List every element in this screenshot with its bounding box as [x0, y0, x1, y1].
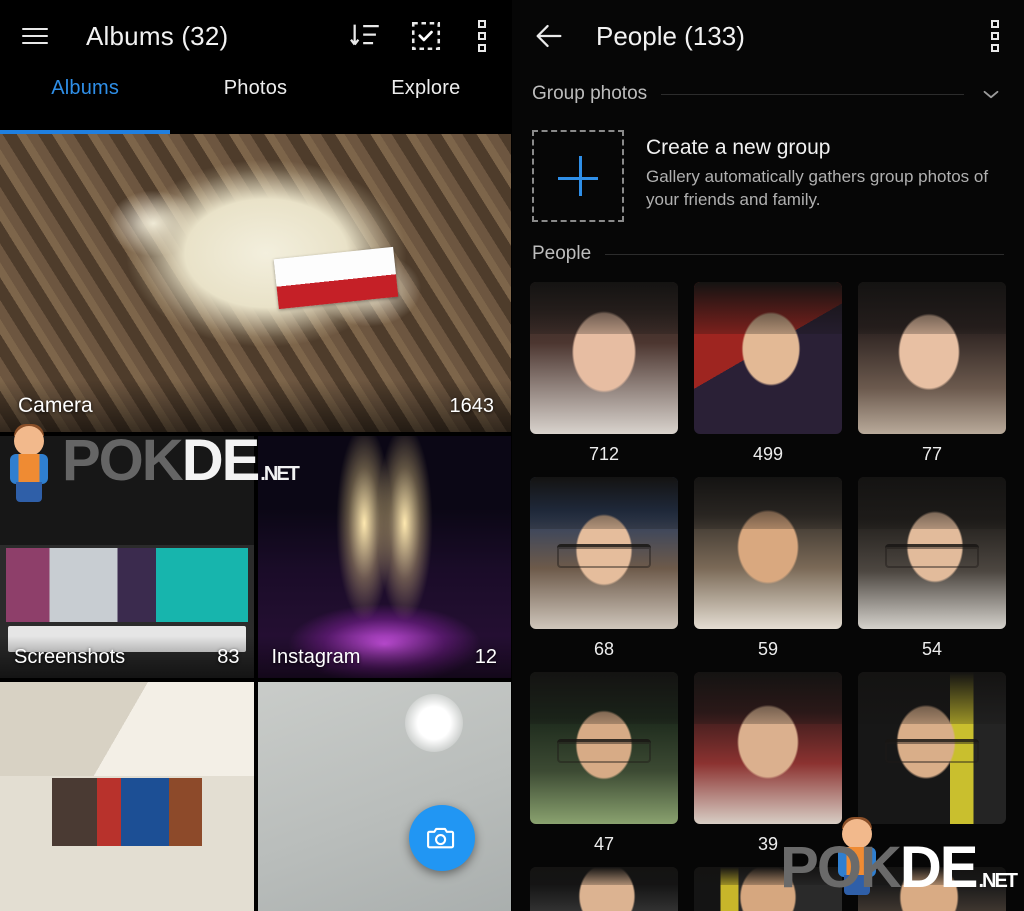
person-face-thumbnail	[530, 477, 678, 629]
people-app-bar: People (133)	[512, 0, 1024, 72]
person-face-thumbnail	[858, 282, 1006, 434]
album-thumbnail	[257, 682, 511, 911]
person-tile[interactable]: 68	[530, 477, 678, 672]
dual-pane-gallery-screenshot: Albums (32) Albums Photos Explore Camera…	[0, 0, 1024, 911]
create-group-text: Create a new group Gallery automatically…	[646, 130, 1004, 212]
hamburger-menu-icon[interactable]	[18, 19, 52, 53]
person-photo-count: 39	[757, 834, 779, 854]
person-tile[interactable]: 59	[694, 477, 842, 672]
album-tabs: Albums Photos Explore	[0, 72, 511, 134]
person-photo-count: 59	[757, 639, 779, 659]
person-tile[interactable]: 499	[694, 282, 842, 477]
pokde-mascot-icon	[830, 817, 886, 895]
person-face-thumbnail	[694, 477, 842, 629]
albums-actions	[349, 19, 495, 53]
person-face-thumbnail	[530, 282, 678, 434]
albums-app-bar: Albums (32)	[0, 0, 511, 72]
person-face-thumbnail	[694, 867, 842, 911]
group-photos-section-header: Group photos	[512, 72, 1024, 116]
more-options-icon[interactable]	[469, 19, 495, 53]
album-row-partial	[0, 682, 511, 911]
people-panel: People (133) Group photos Create a new g…	[512, 0, 1024, 911]
person-tile[interactable]: 47	[530, 672, 678, 867]
camera-icon	[427, 827, 455, 849]
people-label: People	[532, 243, 592, 264]
person-photo-count: 712	[588, 444, 620, 464]
person-face-thumbnail	[530, 672, 678, 824]
section-divider	[661, 93, 964, 95]
person-face-thumbnail	[694, 282, 842, 434]
chevron-down-icon[interactable]	[978, 81, 1004, 107]
person-photo-count: 54	[921, 639, 943, 659]
person-photo-count: 47	[593, 834, 615, 854]
person-tile[interactable]: 54	[858, 477, 1006, 672]
albums-panel: Albums (32) Albums Photos Explore Camera…	[0, 0, 512, 911]
group-photos-label: Group photos	[532, 83, 648, 104]
album-row: Screenshots 83 Instagram 12	[0, 436, 511, 678]
album-name: Camera	[18, 394, 93, 417]
sort-icon[interactable]	[349, 19, 383, 53]
album-label: Camera 1643	[0, 380, 511, 432]
tab-albums[interactable]: Albums	[0, 72, 170, 100]
person-face-thumbnail	[858, 672, 1006, 824]
person-photo-count: 77	[921, 444, 943, 464]
album-tile-5[interactable]	[257, 682, 511, 911]
section-divider	[605, 253, 1004, 255]
create-group-subtitle: Gallery automatically gathers group phot…	[646, 167, 989, 209]
person-face-thumbnail	[530, 867, 678, 911]
album-thumbnail	[0, 682, 254, 911]
select-all-icon[interactable]	[409, 19, 443, 53]
page-title: Albums (32)	[86, 20, 229, 51]
album-count: 83	[217, 645, 240, 668]
person-tile-partial[interactable]	[694, 867, 842, 911]
album-tile-4[interactable]	[0, 682, 254, 911]
album-label: Screenshots 83	[0, 636, 254, 678]
person-tile[interactable]: 39	[694, 672, 842, 867]
create-group-title: Create a new group	[646, 136, 831, 159]
person-photo-count: 68	[593, 639, 615, 659]
album-name: Instagram	[271, 645, 361, 668]
album-label: Instagram 12	[257, 636, 511, 678]
people-grid: 712 499 77 68 59 54 47 39	[512, 276, 1024, 911]
pokde-mascot-icon	[2, 424, 58, 502]
album-tile-camera[interactable]: Camera 1643	[0, 134, 511, 432]
people-section-header: People	[512, 232, 1024, 276]
create-new-group-row[interactable]: Create a new group Gallery automatically…	[512, 116, 1024, 232]
album-name: Screenshots	[14, 645, 126, 668]
people-actions	[982, 19, 1008, 53]
album-grid: Camera 1643 Screenshots 83 Instagram 12	[0, 134, 511, 911]
camera-fab-button[interactable]	[409, 805, 475, 871]
album-count: 12	[474, 645, 497, 668]
person-tile[interactable]: 712	[530, 282, 678, 477]
tab-photos[interactable]: Photos	[170, 72, 340, 100]
tab-explore[interactable]: Explore	[341, 72, 511, 100]
more-options-icon[interactable]	[982, 19, 1008, 53]
person-tile-partial[interactable]	[530, 867, 678, 911]
person-face-thumbnail	[858, 477, 1006, 629]
person-photo-count: 499	[752, 444, 784, 464]
person-face-thumbnail	[694, 672, 842, 824]
plus-icon[interactable]	[532, 130, 624, 222]
album-count: 1643	[449, 394, 495, 417]
album-tile-instagram[interactable]: Instagram 12	[257, 436, 511, 678]
page-title: People (133)	[596, 20, 745, 51]
back-arrow-icon[interactable]	[532, 19, 566, 53]
person-tile[interactable]: 77	[858, 282, 1006, 477]
